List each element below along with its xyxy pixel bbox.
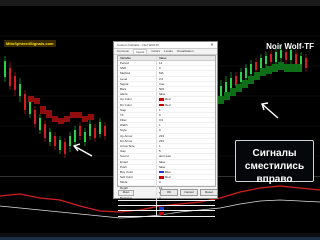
variable-value[interactable]: 500 bbox=[157, 87, 215, 91]
variable-value[interactable]: Blue bbox=[157, 170, 215, 174]
variable-value[interactable]: Blue bbox=[157, 206, 215, 210]
tab-levels[interactable]: Levels bbox=[164, 49, 173, 54]
variable-value[interactable]: 1 bbox=[157, 108, 215, 112]
color-swatch-icon bbox=[159, 98, 164, 101]
color-swatch-icon bbox=[159, 212, 164, 215]
variable-value[interactable]: 2.0 bbox=[157, 77, 215, 81]
variable-value[interactable]: Red bbox=[157, 175, 215, 179]
variable-name: Shift bbox=[118, 66, 157, 71]
variable-name: Backstep bbox=[118, 195, 157, 201]
reset-all-button[interactable]: Reset bbox=[200, 189, 218, 196]
variable-name: Mode bbox=[118, 180, 157, 185]
variable-value-text: Red bbox=[165, 175, 171, 180]
reset-button[interactable]: Reset bbox=[118, 190, 134, 196]
variable-value[interactable]: Red bbox=[157, 103, 215, 107]
callout-line-1: Сигналы bbox=[252, 148, 297, 159]
variable-name: Sell Color bbox=[118, 175, 157, 180]
variable-name: Up Arrow bbox=[118, 133, 157, 138]
variable-value[interactable]: 14 bbox=[157, 61, 215, 65]
cancel-button[interactable]: Cancel bbox=[180, 189, 198, 196]
variable-value[interactable]: 0 bbox=[157, 180, 215, 184]
variable-name: Sound bbox=[118, 154, 157, 159]
table-row[interactable]: Bar Color Red bbox=[118, 211, 215, 217]
variable-value[interactable]: Red bbox=[157, 97, 215, 101]
variable-value[interactable]: 1 bbox=[157, 123, 215, 127]
variable-name: Filter bbox=[118, 118, 157, 123]
variable-name: Up Color bbox=[118, 97, 157, 102]
variable-name: Step bbox=[118, 107, 157, 112]
variable-value-text: Blue bbox=[165, 206, 172, 211]
variable-name: Style bbox=[118, 128, 157, 133]
inputs-table: Variable Value Period 14 Shift 0 Method MA Lev… bbox=[117, 55, 216, 217]
tab-colors[interactable]: Colors bbox=[151, 49, 160, 54]
variable-name: Buy Color bbox=[118, 169, 157, 175]
variable-value-text: Red bbox=[165, 102, 171, 107]
variable-value[interactable]: alert.wav bbox=[157, 154, 215, 158]
variable-name: Dn Color bbox=[118, 102, 157, 107]
annotation-callout: Сигналы сместились вправо bbox=[235, 140, 314, 185]
site-logo: MitoSphere4Signals.com bbox=[4, 40, 56, 47]
dialog-title-bar: Custom Indicator - Noir Wolf-TF ✕ bbox=[114, 42, 217, 49]
variable-value[interactable]: 1 bbox=[157, 144, 215, 148]
tab-inputs[interactable]: Inputs bbox=[133, 49, 148, 54]
variable-name: Width bbox=[118, 123, 157, 128]
column-header-value: Value bbox=[159, 56, 167, 60]
close-icon[interactable]: ✕ bbox=[208, 42, 216, 48]
variable-value[interactable]: false bbox=[157, 165, 215, 169]
variable-value[interactable]: 0 bbox=[157, 113, 215, 117]
color-swatch-icon bbox=[159, 170, 164, 174]
candles-left bbox=[4, 56, 106, 158]
variable-name: Period bbox=[118, 61, 157, 66]
variable-value-text: Blue bbox=[165, 169, 172, 174]
variable-value[interactable]: false bbox=[157, 160, 215, 164]
variable-name: TF bbox=[118, 112, 157, 118]
variable-name: Line bbox=[118, 206, 157, 211]
variable-value[interactable]: Red bbox=[157, 211, 215, 215]
column-header-variable: Variable bbox=[118, 56, 157, 60]
variable-value[interactable]: 5 bbox=[157, 149, 215, 153]
variable-value-text: Red bbox=[165, 211, 171, 216]
color-swatch-icon bbox=[159, 176, 164, 179]
variable-value[interactable]: 234 bbox=[157, 139, 215, 143]
tab-common[interactable]: Common bbox=[117, 49, 129, 54]
variable-value[interactable]: 0 bbox=[157, 66, 215, 70]
indicator-settings-dialog: Custom Indicator - Noir Wolf-TF ✕ Common… bbox=[113, 41, 218, 217]
dialog-buttons: OK Cancel Reset bbox=[160, 189, 218, 196]
variable-name: Show bbox=[118, 201, 157, 206]
variable-name: Bar Color bbox=[118, 211, 157, 216]
variable-value[interactable]: 3 bbox=[157, 196, 215, 200]
variable-name: Dn Arrow bbox=[118, 138, 157, 143]
color-swatch-icon bbox=[159, 207, 164, 210]
tab-visualization[interactable]: Visualization bbox=[177, 49, 194, 54]
callout-line-2: сместились вправо bbox=[244, 161, 305, 185]
variable-name: Bars bbox=[118, 86, 157, 92]
variable-name: Level bbox=[118, 76, 157, 81]
variable-value[interactable]: 0.0 bbox=[157, 118, 215, 122]
variable-name: Arrow Size bbox=[118, 144, 157, 149]
variable-name: Push bbox=[118, 164, 157, 169]
chart-title: Noir Wolf-TF bbox=[266, 42, 314, 51]
variable-name: Alerts bbox=[118, 92, 157, 97]
color-swatch-icon bbox=[159, 103, 164, 106]
variable-value[interactable]: 233 bbox=[157, 134, 215, 138]
signal-band-left bbox=[28, 96, 94, 124]
variable-name: Email bbox=[118, 159, 157, 164]
variable-name: Gap bbox=[118, 149, 157, 154]
variable-value[interactable]: MA bbox=[157, 71, 215, 75]
variable-value[interactable]: false bbox=[157, 92, 215, 96]
variable-name: Method bbox=[118, 71, 157, 76]
variable-value[interactable]: true bbox=[157, 201, 215, 205]
variable-value[interactable]: 0 bbox=[157, 128, 215, 132]
variable-value[interactable]: true bbox=[157, 82, 215, 86]
variable-value-text: Red bbox=[165, 97, 171, 102]
dialog-title: Custom Indicator - Noir Wolf-TF bbox=[117, 43, 160, 47]
variable-name: Signal bbox=[118, 81, 157, 86]
ok-button[interactable]: OK bbox=[160, 189, 178, 196]
